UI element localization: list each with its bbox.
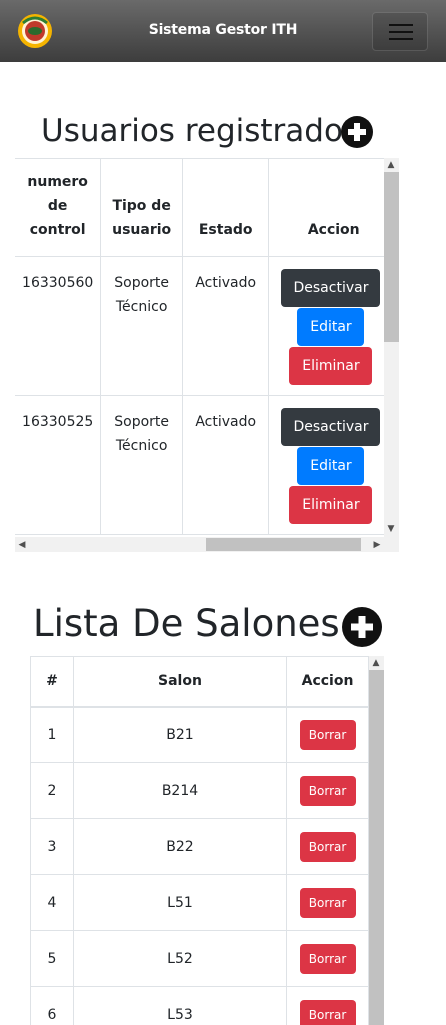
table-row: 4 L51 Borrar <box>30 874 369 931</box>
num-cell: 3 <box>30 818 74 875</box>
usuarios-title: Usuarios registrados <box>41 113 360 149</box>
accion-cell: Borrar <box>286 874 369 931</box>
salon-cell: B22 <box>72 818 288 875</box>
delete-salon-button[interactable]: Borrar <box>299 775 356 806</box>
accion-cell: Borrar <box>286 818 369 875</box>
scrollbar-thumb[interactable] <box>384 172 399 342</box>
salones-title: Lista De Salones <box>33 602 340 645</box>
scroll-up-icon[interactable]: ▲ <box>384 160 398 170</box>
accion-cell: Borrar <box>286 986 369 1025</box>
deactivate-button[interactable]: Desactivar <box>281 408 381 446</box>
salon-cell: L51 <box>72 874 288 931</box>
usuarios-table: numero de control Tipo de usuario Estado… <box>15 158 399 535</box>
table-row: 2 B214 Borrar <box>30 762 369 819</box>
table-row: 1 B21 Borrar <box>30 706 369 763</box>
usuarios-table-container[interactable]: numero de control Tipo de usuario Estado… <box>15 158 399 552</box>
estado-cell: Activado <box>181 395 270 535</box>
col-header-num: # <box>30 656 74 708</box>
estado-cell: Activado <box>181 256 270 396</box>
delete-button[interactable]: Eliminar <box>289 347 373 385</box>
accion-cell: Borrar <box>286 762 369 819</box>
add-salon-icon[interactable] <box>342 607 382 647</box>
table-row: 5 L52 Borrar <box>30 930 369 987</box>
delete-salon-button[interactable]: Borrar <box>299 999 356 1025</box>
col-header-tipo: Tipo de usuario <box>100 158 183 257</box>
salon-cell: B214 <box>72 762 288 819</box>
edit-button[interactable]: Editar <box>297 447 365 485</box>
table-row: 16330560 Soporte Técnico Activado Desact… <box>15 256 399 396</box>
deactivate-button[interactable]: Desactivar <box>281 269 381 307</box>
num-cell: 2 <box>30 762 74 819</box>
scroll-left-icon[interactable]: ◀ <box>15 540 29 550</box>
num-cell: 5 <box>30 930 74 987</box>
delete-salon-button[interactable]: Borrar <box>299 943 356 974</box>
delete-salon-button[interactable]: Borrar <box>299 831 356 862</box>
delete-button[interactable]: Eliminar <box>289 486 373 524</box>
accion-cell: Desactivar Editar Eliminar <box>268 395 399 535</box>
col-header-estado: Estado <box>181 158 270 257</box>
control-cell: 16330560 <box>15 256 102 396</box>
tipo-cell: Soporte Técnico <box>100 256 183 396</box>
salones-table-container[interactable]: # Salon Accion 1 B21 Borrar 2 B214 Borra… <box>30 656 384 1025</box>
table-row: 16330525 Soporte Técnico Activado Desact… <box>15 395 399 535</box>
table-row: 3 B22 Borrar <box>30 818 369 875</box>
num-cell: 1 <box>30 706 74 763</box>
navbar: Sistema Gestor ITH <box>0 0 446 62</box>
delete-salon-button[interactable]: Borrar <box>299 719 356 750</box>
delete-salon-button[interactable]: Borrar <box>299 887 356 918</box>
vertical-scrollbar[interactable]: ▲ ▼ <box>384 158 399 537</box>
hamburger-icon[interactable] <box>372 12 428 51</box>
scroll-down-icon[interactable]: ▼ <box>384 524 398 534</box>
col-header-accion: Accion <box>286 656 369 708</box>
tipo-cell: Soporte Técnico <box>100 395 183 535</box>
scrollbar-thumb[interactable] <box>206 538 361 551</box>
col-header-accion: Accion <box>268 158 399 257</box>
salon-cell: L52 <box>72 930 288 987</box>
horizontal-scrollbar[interactable]: ◀ ▶ <box>15 537 399 552</box>
col-header-salon: Salon <box>72 656 288 708</box>
vertical-scrollbar[interactable]: ▲ <box>369 656 384 1025</box>
col-header-control: numero de control <box>15 158 102 257</box>
scroll-right-icon[interactable]: ▶ <box>370 540 384 550</box>
accion-cell: Borrar <box>286 930 369 987</box>
salon-cell: L53 <box>72 986 288 1025</box>
accion-cell: Borrar <box>286 706 369 763</box>
salones-table: # Salon Accion 1 B21 Borrar 2 B214 Borra… <box>30 656 369 1025</box>
accion-cell: Desactivar Editar Eliminar <box>268 256 399 396</box>
table-row: 6 L53 Borrar <box>30 986 369 1025</box>
num-cell: 4 <box>30 874 74 931</box>
scrollbar-thumb[interactable] <box>369 670 384 1025</box>
scroll-up-icon[interactable]: ▲ <box>369 658 383 668</box>
control-cell: 16330525 <box>15 395 102 535</box>
salon-cell: B21 <box>72 706 288 763</box>
num-cell: 6 <box>30 986 74 1025</box>
add-user-icon[interactable] <box>341 116 373 148</box>
edit-button[interactable]: Editar <box>297 308 365 346</box>
